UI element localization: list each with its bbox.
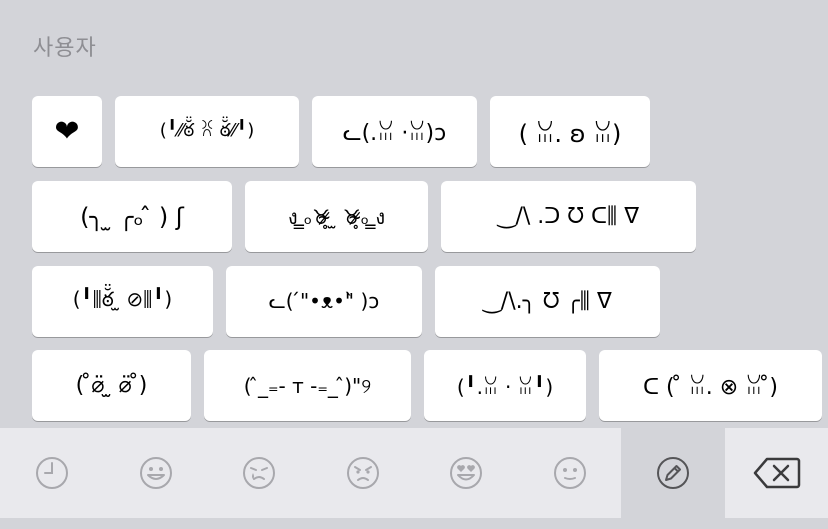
- emoticon-label: ‿/\ .ᑐ ᘮ ᑕ⫼ ᐁ: [497, 204, 640, 229]
- tab-smileys[interactable]: [104, 428, 207, 518]
- emoticon-label: ( ̂_₌- ᴛ -₌_ ̂)"୨: [243, 373, 372, 398]
- tab-custom[interactable]: [621, 428, 725, 518]
- backspace-icon: [753, 457, 800, 489]
- emoticon-key[interactable]: ❤: [32, 96, 102, 167]
- bottom-strip: [0, 518, 828, 529]
- emoticon-key[interactable]: ᑕ ( ̊ ꈍ. ⊗ ꈍ ̊): [599, 350, 822, 421]
- pencil-icon: [657, 457, 689, 489]
- emoticon-label: ‿/\.╮ ᘮ ╭⫼ ᐁ: [483, 289, 612, 314]
- emoticon-label: ( ̊⌀̈ ̫ ⌀̈ ̊): [75, 373, 148, 398]
- emoticon-key[interactable]: ‿/\.╮ ᘮ ╭⫼ ᐁ: [435, 266, 660, 337]
- emoticon-key[interactable]: ( ꈍ. ʚ ꈍ): [490, 96, 650, 167]
- emoticon-key[interactable]: ( ̂_₌- ᴛ -₌_ ̂)"୨: [204, 350, 411, 421]
- neutral-face-icon: [553, 457, 586, 489]
- emoticon-label: (╹⁄⁄ఠ̆̈ ꐦ ఠ̆̈⁄⁄╹): [159, 120, 255, 141]
- clock-icon: [36, 457, 68, 489]
- backspace-button[interactable]: [725, 428, 828, 518]
- crying-face-icon: [243, 457, 275, 489]
- smile-icon: [139, 457, 172, 489]
- emoticon-label: (╹.ꈍ · ꈍ╹): [456, 374, 554, 399]
- emoticon-label: ❤: [54, 114, 80, 149]
- tab-neutral[interactable]: [518, 428, 621, 518]
- emoticon-key[interactable]: (╮ ̫ ╭ₒ ̂ ) ʃ: [32, 181, 232, 252]
- tab-angry[interactable]: [311, 428, 414, 518]
- emoticon-label: ᑕ ( ̊ ꈍ. ⊗ ꈍ ̊): [643, 375, 778, 400]
- emoticon-key[interactable]: ‿/\ .ᑐ ᘮ ᑕ⫼ ᐁ: [441, 181, 696, 252]
- emoticon-key[interactable]: ง ̳ₒ♉̴̷̥ ̫ ♉̴̷̥ₒ ̳ง: [245, 181, 428, 252]
- emoticon-key[interactable]: ( ̊⌀̈ ̫ ⌀̈ ̊): [32, 350, 191, 421]
- emoticon-label: ง ̳ₒ♉̴̷̥ ̫ ♉̴̷̥ₒ ̳ง: [287, 204, 386, 229]
- emoticon-key[interactable]: (╹⁄⁄ఠ̆̈ ꐦ ఠ̆̈⁄⁄╹): [115, 96, 299, 167]
- emoticon-label: (╹⫼ఠ̆̈ ̫ ⊘⫼╹): [72, 287, 173, 311]
- category-toolbar: [0, 428, 828, 518]
- emoticon-label: ( ꈍ. ʚ ꈍ): [518, 119, 622, 148]
- tab-love[interactable]: [414, 428, 518, 518]
- emoticon-grid: ❤ (╹⁄⁄ఠ̆̈ ꐦ ఠ̆̈⁄⁄╹) ᓚ(.ꈍ ·ꈍ)ↄ ( ꈍ. ʚ ꈍ) …: [0, 0, 828, 428]
- emoticon-key[interactable]: ᓚ( ́"•ᴥ•"̀ )ↄ: [226, 266, 422, 337]
- emoticon-label: (╮ ̫ ╭ₒ ̂ ) ʃ: [80, 202, 184, 231]
- tab-sad[interactable]: [207, 428, 311, 518]
- tab-recent[interactable]: [0, 428, 104, 518]
- angry-face-icon: [346, 457, 379, 489]
- emoticon-key[interactable]: (╹⫼ఠ̆̈ ̫ ⊘⫼╹): [32, 266, 213, 337]
- heart-eyes-icon: [450, 457, 482, 489]
- emoticon-key[interactable]: ᓚ(.ꈍ ·ꈍ)ↄ: [312, 96, 477, 167]
- emoticon-label: ᓚ(.ꈍ ·ꈍ)ↄ: [342, 121, 447, 146]
- emoticon-key[interactable]: (╹.ꈍ · ꈍ╹): [424, 350, 586, 421]
- emoticon-label: ᓚ( ́"•ᴥ•"̀ )ↄ: [268, 289, 380, 313]
